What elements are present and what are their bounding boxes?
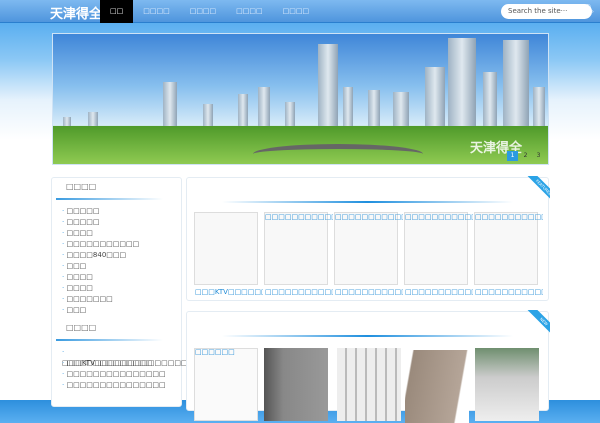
featured-panel: FEATURED □□□KTV□□□□□ □□□□□□□□□□ □□□□□□□□□□… [186, 176, 550, 301]
sidebar-link[interactable]: □□□□□□□□□□□ [62, 239, 181, 250]
nav-item[interactable]: □□□□ [273, 0, 319, 23]
sidebar-link[interactable]: □□□□□□□□□□□□□□□ [62, 380, 181, 391]
product-card[interactable] [264, 212, 328, 285]
sidebar-link[interactable]: □□□□□□□□□□□□□□□ [62, 369, 181, 380]
featured-ribbon: FEATURED [516, 176, 550, 210]
product-card[interactable] [404, 212, 468, 285]
sidebar-link[interactable]: □□□ [62, 261, 181, 272]
product-caption[interactable]: □□□□□□□□□□□□□□□ [335, 288, 403, 296]
slider-pager: 1 2 3 [507, 151, 544, 161]
sidebar: □□□□ □□□□□□□□□□□□□□□□□□□□□□□□□□□□□840□□□… [51, 177, 214, 407]
nav-item-home[interactable]: □□ [100, 0, 134, 23]
nav-item[interactable]: □□□□ [180, 0, 226, 23]
product-caption[interactable]: □□□KTV□□□□□□□□□□ [195, 288, 263, 296]
slide-dot[interactable]: 3 [533, 151, 544, 161]
main-nav: □□ □□□□ □□□□ □□□□ □□□□ [100, 0, 319, 23]
top-bar: 天津得全 □□ □□□□ □□□□ □□□□ □□□□ Search the s… [0, 0, 600, 23]
sidebar-link[interactable]: □□□□ [62, 272, 181, 283]
product-title[interactable]: □□□□□□□□□□□□□ [265, 213, 333, 221]
product-card[interactable] [334, 212, 398, 285]
product-caption[interactable]: □□□□□□□□□□□□□□ [475, 288, 543, 296]
product-image-panels[interactable] [337, 348, 401, 421]
sidebar-link[interactable]: □□□□840□□□ [62, 250, 181, 261]
sidebar-link[interactable]: □□□□□ [62, 217, 181, 228]
site-logo[interactable]: 天津得全 [50, 3, 102, 22]
slide-dot[interactable]: 1 [507, 151, 518, 161]
new-ribbon: NEW [516, 310, 550, 344]
sidebar-link[interactable]: □□□□□□□ [62, 294, 181, 305]
product-caption[interactable]: □□□□□□□□□□□□□ [265, 288, 333, 296]
sidebar-section-title: □□□□ [66, 182, 97, 191]
sidebar-link[interactable]: □□□□ [62, 283, 181, 294]
recent-posts-list: □□□KTV□□□□□□□□□□□□□□□□□□ □□□□□□□□□□□□□□□□… [52, 347, 214, 391]
divider [56, 198, 163, 200]
category-list: □□□□□□□□□□□□□□□□□□□□□□□□□□□□□840□□□□□□□□… [52, 206, 181, 316]
slide-dot[interactable]: 2 [520, 151, 531, 161]
product-title[interactable]: □□□□□□□□□□□□□□ [475, 213, 543, 221]
product-card[interactable] [194, 212, 258, 285]
sidebar-link[interactable]: □□□ [62, 305, 181, 316]
search-icon[interactable]: 🔍︎ [584, 4, 594, 13]
product-title[interactable]: □□□□□□□□□□□□□□□ [405, 213, 473, 221]
product-image-hollow[interactable] [475, 348, 539, 421]
nav-item[interactable]: □□□□ [133, 0, 179, 23]
sidebar-link[interactable]: □□□□□ [62, 206, 181, 217]
divider [222, 201, 513, 203]
product-title[interactable]: □□□□□□□□□□□□□□□ [335, 213, 403, 221]
divider [56, 339, 163, 341]
product-image-wood[interactable] [405, 350, 469, 423]
hero-banner: 天津得全 1 2 3 [52, 33, 549, 165]
product-title[interactable]: □□□□□□ [195, 348, 263, 356]
nav-item[interactable]: □□□□ [226, 0, 272, 23]
sidebar-section-title: □□□□ [66, 323, 97, 332]
product-card[interactable] [194, 348, 258, 421]
search-input[interactable]: Search the site··· [501, 4, 592, 19]
sidebar-link[interactable]: □□□KTV□□□□□□□□□□□□□□□□□□ [62, 347, 214, 367]
product-caption[interactable]: □□□□□□□□□□□□□□□ [405, 288, 473, 296]
product-card[interactable] [474, 212, 538, 285]
new-panel: NEW □□□□□□ [186, 310, 550, 423]
sidebar-link[interactable]: □□□□ [62, 228, 181, 239]
product-image-board[interactable] [264, 348, 328, 421]
divider [222, 335, 513, 337]
